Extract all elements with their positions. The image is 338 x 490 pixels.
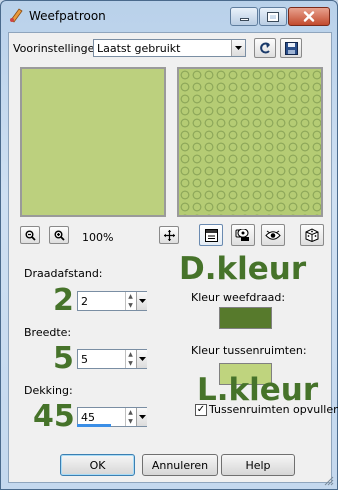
zoom-in-icon [54, 230, 65, 241]
minimize-button[interactable] [230, 7, 258, 26]
eye-icon [265, 230, 281, 240]
chevron-down-icon [138, 415, 146, 419]
gap-color-label: Kleur tussenruimten: [191, 344, 307, 357]
ok-button[interactable]: OK [60, 454, 135, 476]
chevron-down-icon [138, 299, 146, 303]
dialog-window: Weefpatroon Voorinstellingen: Laatst geb… [0, 0, 338, 490]
width-value: 5 [81, 353, 88, 366]
preview-toggle-button[interactable] [199, 224, 223, 246]
gap-slider-button[interactable] [136, 292, 147, 310]
cancel-button[interactable]: Annuleren [142, 454, 218, 476]
proof-lock-button[interactable] [231, 224, 255, 246]
close-button[interactable] [288, 7, 330, 26]
eye-lock-icon [235, 228, 249, 241]
save-preset-button[interactable] [280, 38, 302, 58]
spin-up-icon: ▲ [128, 351, 133, 358]
zoom-out-icon [25, 230, 36, 241]
randomize-button[interactable] [300, 224, 324, 246]
window-title: Weefpatroon [29, 9, 106, 23]
reset-icon [260, 42, 270, 54]
opacity-stepper[interactable]: ▲ ▼ [125, 408, 135, 426]
chevron-down-icon [231, 40, 245, 56]
dice-icon [305, 228, 319, 242]
spin-up-icon: ▲ [128, 293, 133, 300]
opacity-slider-button[interactable] [136, 408, 147, 426]
gap-annotation: 2 [53, 283, 74, 318]
gap-value: 2 [81, 295, 88, 308]
help-button[interactable]: Help [221, 454, 295, 476]
minimize-icon [239, 18, 249, 21]
preview-result[interactable] [177, 67, 323, 217]
preview-original[interactable] [20, 67, 166, 217]
width-label: Breedte: [24, 326, 72, 339]
width-annotation: 5 [53, 341, 74, 376]
pan-button[interactable] [159, 226, 179, 244]
opacity-label: Dekking: [24, 384, 73, 397]
resize-grip-icon[interactable] [324, 476, 334, 486]
maximize-button[interactable] [259, 7, 287, 26]
zoom-in-button[interactable] [49, 226, 69, 244]
spin-down-icon: ▼ [128, 360, 133, 367]
width-stepper[interactable]: ▲ ▼ [125, 350, 135, 368]
opacity-annotation: 45 [33, 399, 75, 434]
cancel-button-label: Annuleren [151, 458, 209, 472]
thread-color-swatch[interactable] [219, 307, 272, 329]
width-slider-button[interactable] [136, 350, 147, 368]
presets-label: Voorinstellingen: [13, 42, 106, 55]
presets-dropdown[interactable]: Laatst gebruikt [93, 39, 246, 57]
chevron-down-icon [138, 357, 146, 361]
light-color-annotation: L.kleur [197, 372, 319, 408]
thread-color-label: Kleur weefdraad: [191, 291, 286, 304]
dark-color-annotation: D.kleur [179, 251, 307, 287]
gap-label: Draadafstand: [24, 267, 103, 280]
proof-button[interactable] [261, 224, 285, 246]
save-icon [284, 41, 298, 55]
spin-down-icon: ▼ [128, 418, 133, 425]
help-button-label: Help [245, 458, 271, 472]
ok-button-label: OK [89, 458, 106, 472]
reset-preset-button[interactable] [254, 38, 276, 58]
checkmark-icon: ✓ [196, 404, 206, 415]
maximize-icon [267, 11, 279, 22]
move-icon [163, 229, 175, 241]
spin-down-icon: ▼ [128, 302, 133, 309]
zoom-out-button[interactable] [20, 226, 40, 244]
title-bar[interactable]: Weefpatroon [1, 1, 337, 31]
opacity-progress-bar [77, 424, 111, 427]
spin-up-icon: ▲ [128, 409, 133, 416]
fill-gaps-checkbox[interactable]: ✓ [195, 404, 207, 416]
app-icon [10, 8, 23, 23]
width-spinner[interactable]: 5 ▲ ▼ [77, 349, 147, 369]
preview-window-icon [204, 228, 218, 242]
opacity-value: 45 [81, 411, 95, 424]
fill-gaps-label: Tussenruimten opvullen [209, 403, 338, 416]
close-icon [303, 11, 315, 22]
presets-value: Laatst gebruikt [97, 42, 181, 55]
zoom-level: 100% [82, 231, 114, 244]
gap-spinner[interactable]: 2 ▲ ▼ [77, 291, 147, 311]
dialog-client: Voorinstellingen: Laatst gebruikt 100% D… [8, 32, 338, 483]
gap-stepper[interactable]: ▲ ▼ [125, 292, 135, 310]
